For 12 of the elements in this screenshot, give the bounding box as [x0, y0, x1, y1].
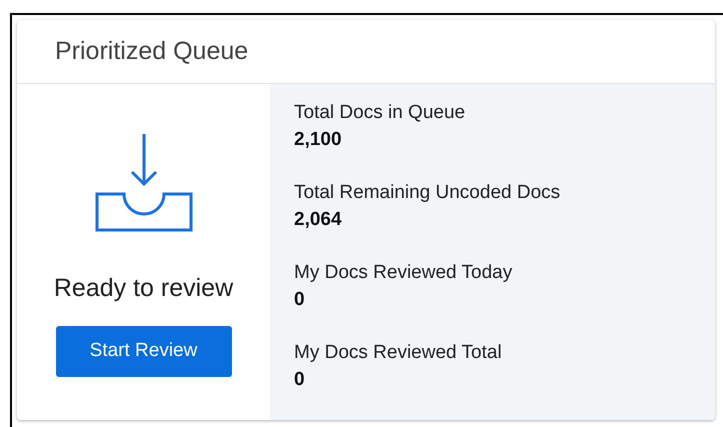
stat-value: 2,100	[294, 128, 343, 152]
stat-value: 2,064	[294, 208, 343, 232]
stat-value: 0	[294, 368, 306, 392]
stat-label: Total Remaining Uncoded Docs	[294, 181, 562, 205]
inbox-download-icon	[94, 132, 194, 232]
stat-label: Total Docs in Queue	[294, 101, 466, 125]
stat-label: My Docs Reviewed Today	[294, 261, 514, 285]
start-review-button[interactable]: Start Review	[56, 326, 232, 376]
status-text: Ready to review	[54, 273, 234, 304]
stat-value: 0	[294, 288, 306, 312]
stat-label: My Docs Reviewed Total	[294, 341, 503, 365]
card-title: Prioritized Queue	[55, 36, 248, 67]
